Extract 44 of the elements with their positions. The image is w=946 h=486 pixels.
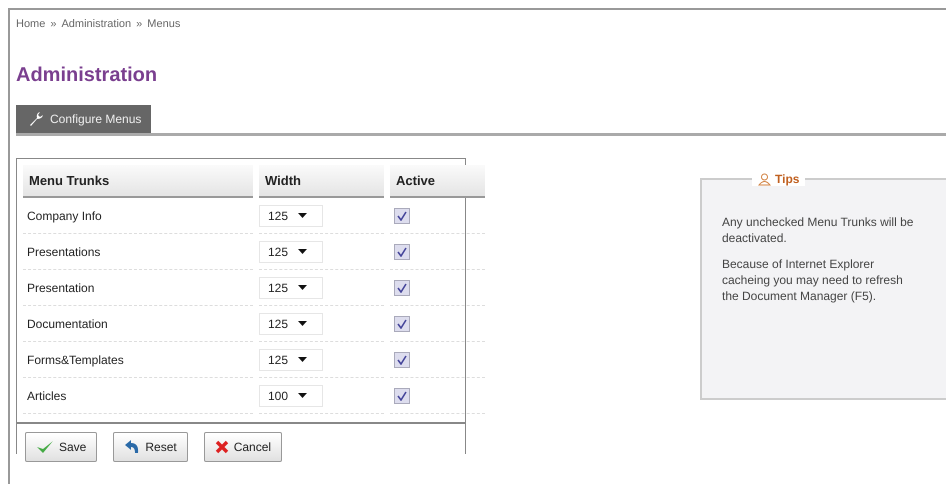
checkbox[interactable]	[394, 208, 410, 224]
person-icon	[758, 172, 771, 186]
caret-icon	[298, 321, 308, 326]
breadcrumb-separator: »	[50, 18, 56, 30]
width-dropdown[interactable]: 125	[259, 240, 323, 262]
save-button[interactable]: Save	[25, 432, 98, 462]
table-cell: Articles	[23, 378, 253, 414]
page-title: Administration	[16, 64, 158, 87]
undo-arrow-icon	[124, 440, 140, 454]
table-cell: Company Info	[23, 198, 253, 234]
caret-icon	[298, 285, 308, 290]
tab[interactable]: Configure Menus	[16, 105, 152, 133]
width-dropdown[interactable]: 125	[259, 276, 323, 298]
column-header: Width	[259, 165, 384, 198]
table-cell: Presentation	[23, 270, 253, 306]
column-header: Menu Trunks	[23, 165, 253, 198]
width-dropdown[interactable]: 125	[259, 348, 323, 370]
check-icon	[36, 440, 54, 454]
breadcrumb-link[interactable]: Home	[16, 18, 46, 30]
wrench-icon	[28, 111, 44, 127]
breadcrumb-separator: »	[136, 18, 142, 30]
breadcrumb-link[interactable]: Administration	[61, 18, 132, 30]
checkbox[interactable]	[394, 244, 410, 260]
checkbox[interactable]	[394, 316, 410, 332]
tip-text: Any unchecked Menu Trunks will be deactivated.	[722, 214, 914, 246]
column-header: Active	[390, 165, 485, 198]
table-cell: Forms&Templates	[23, 342, 253, 378]
width-dropdown[interactable]: 125	[259, 312, 323, 334]
caret-icon	[298, 213, 308, 218]
reset-button[interactable]: Reset	[113, 432, 188, 462]
caret-icon	[298, 357, 308, 362]
checkbox[interactable]	[394, 352, 410, 368]
cancel-button[interactable]: Cancel	[204, 432, 282, 462]
table-cell: Documentation	[23, 306, 253, 342]
table-cell: Presentations	[23, 234, 253, 270]
tip-text: Because of Internet Explorer cacheing you may need to refresh the Document Manager (F5).	[722, 256, 904, 304]
cross-icon	[214, 440, 229, 454]
width-dropdown[interactable]: 125	[259, 204, 323, 226]
caret-icon	[298, 249, 308, 254]
caret-icon	[298, 393, 308, 398]
checkbox[interactable]	[394, 388, 410, 404]
checkbox[interactable]	[394, 280, 410, 296]
width-dropdown[interactable]: 100	[259, 384, 323, 406]
tips-title: Tips	[775, 172, 800, 186]
